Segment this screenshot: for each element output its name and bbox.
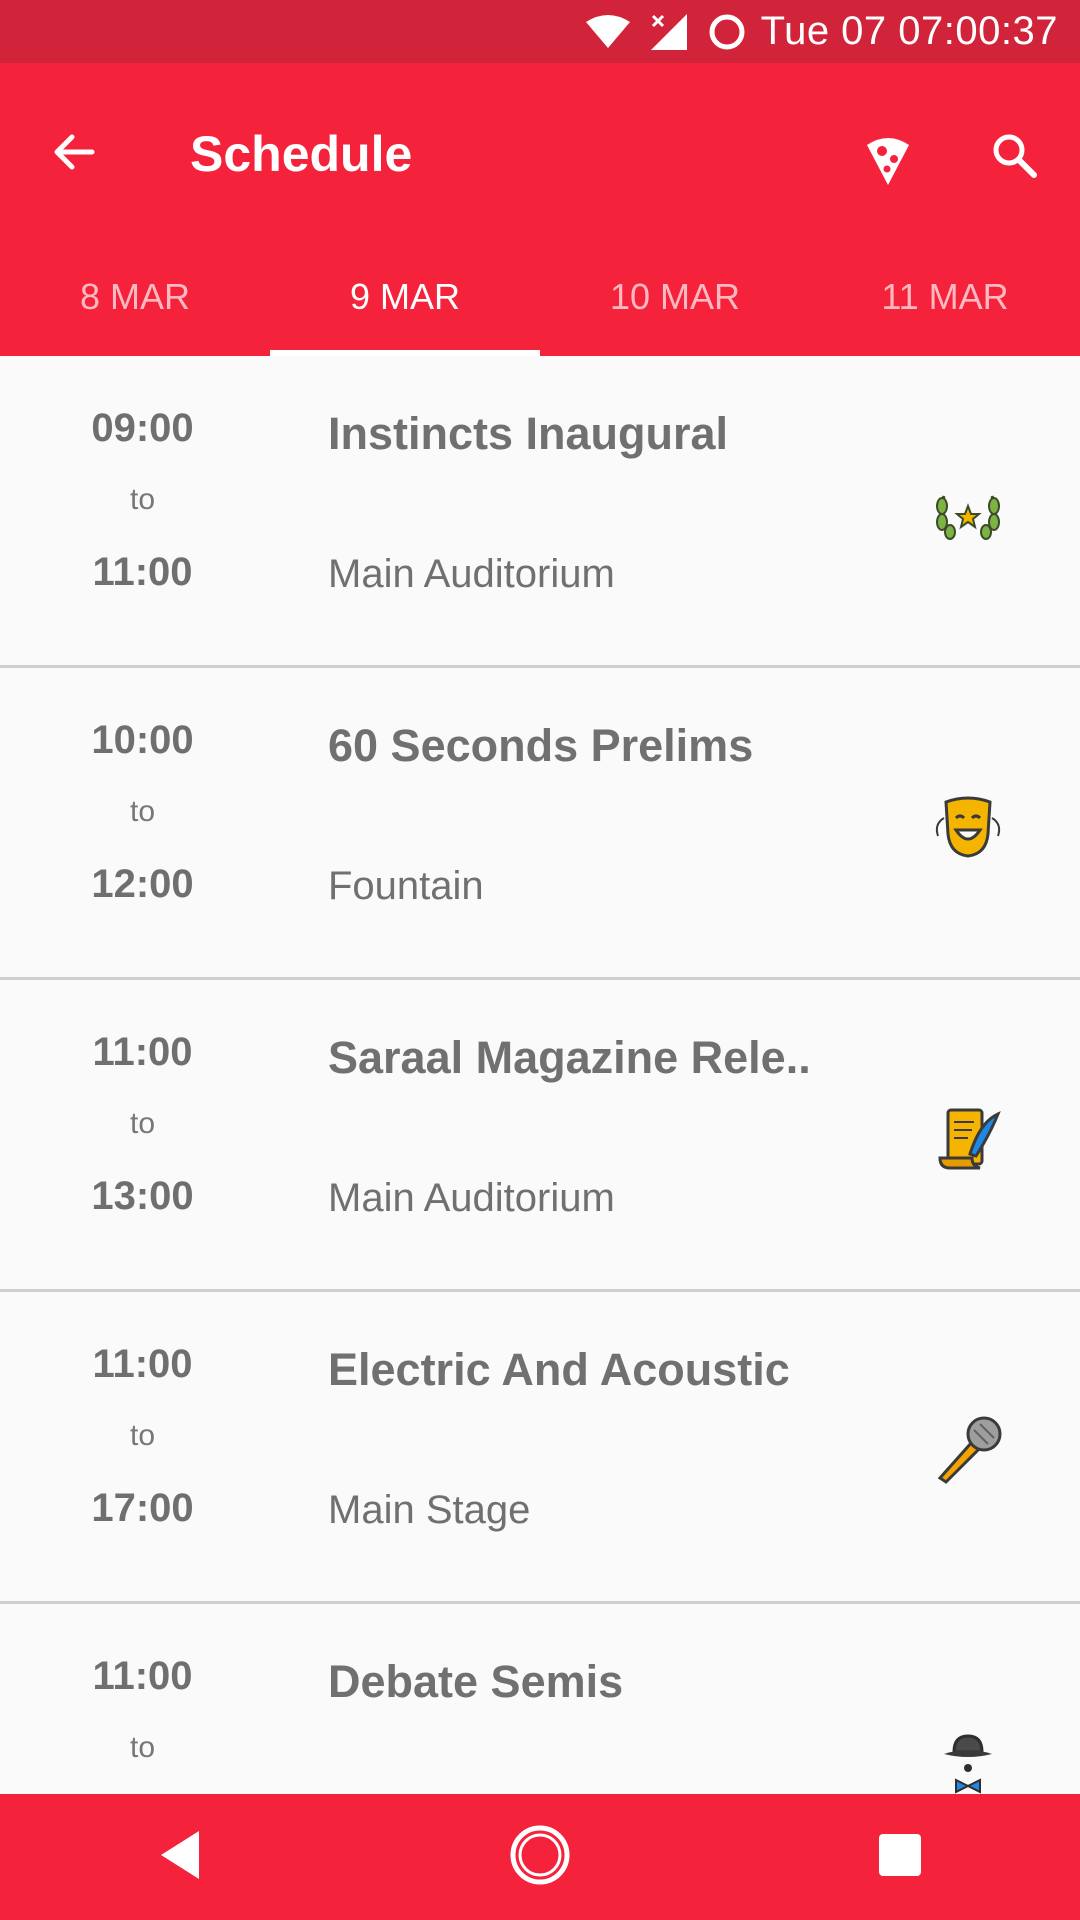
event-row[interactable]: 09:00 to 11:00 Instincts Inaugural Main … — [0, 356, 1080, 668]
signal-icon — [649, 12, 689, 52]
search-icon — [989, 130, 1039, 185]
event-title: Saraal Magazine Rele.. — [328, 1032, 811, 1083]
time-separator: to — [129, 1731, 156, 1764]
scroll-quill-icon — [930, 1100, 1006, 1176]
toolbar: Schedule — [0, 63, 1080, 253]
theater-mask-icon — [930, 788, 1006, 864]
laurel-star-icon — [930, 476, 1006, 552]
tab-10-mar[interactable]: 10 MAR — [540, 253, 810, 356]
time-separator: to — [129, 795, 156, 828]
start-time: 11:00 — [92, 1654, 193, 1698]
event-venue: Main Auditorium — [328, 552, 615, 596]
tab-11-mar[interactable]: 11 MAR — [810, 253, 1080, 356]
nav-home-icon — [508, 1823, 572, 1892]
event-venue: Fountain — [328, 864, 484, 908]
microphone-icon — [930, 1412, 1006, 1488]
event-title: Electric And Acoustic — [328, 1344, 790, 1395]
event-title: Debate Semis — [328, 1656, 624, 1707]
time-separator: to — [129, 1107, 156, 1140]
nav-back-button[interactable] — [130, 1807, 230, 1907]
nav-recents-icon — [876, 1831, 924, 1884]
start-time: 11:00 — [92, 1030, 193, 1074]
system-nav-bar — [0, 1794, 1080, 1920]
bowler-hat-bowtie-icon — [930, 1724, 1006, 1794]
status-bar: Tue 07 07:00:37 — [0, 0, 1080, 63]
end-time: 17:00 — [91, 1486, 194, 1530]
start-time: 11:00 — [92, 1342, 193, 1386]
tab-8-mar[interactable]: 8 MAR — [0, 253, 270, 356]
event-row[interactable]: 11:00 to 13:00 Saraal Magazine Rele.. Ma… — [0, 980, 1080, 1292]
event-list[interactable]: 09:00 to 11:00 Instincts Inaugural Main … — [0, 356, 1080, 1794]
food-button[interactable] — [852, 125, 924, 197]
search-button[interactable] — [978, 121, 1050, 193]
nav-home-button[interactable] — [490, 1807, 590, 1907]
start-time: 09:00 — [91, 406, 194, 450]
nav-recents-button[interactable] — [850, 1807, 950, 1907]
page-title: Schedule — [190, 126, 413, 182]
pizza-icon — [863, 131, 913, 192]
event-row[interactable]: 10:00 to 12:00 60 Seconds Prelims Founta… — [0, 668, 1080, 980]
time-separator: to — [129, 483, 156, 516]
event-row[interactable]: 11:00 to 17:00 Electric And Acoustic Mai… — [0, 1292, 1080, 1604]
event-venue: Main Stage — [328, 1488, 531, 1532]
back-button[interactable] — [38, 118, 110, 190]
event-row[interactable]: 11:00 to Debate Semis — [0, 1604, 1080, 1794]
sync-icon — [707, 12, 747, 52]
time-separator: to — [129, 1419, 156, 1452]
wifi-icon — [585, 14, 631, 50]
status-time: Tue 07 07:00:37 — [760, 9, 1058, 53]
back-arrow-icon — [50, 128, 98, 181]
start-time: 10:00 — [91, 718, 194, 762]
app-bar: Schedule 8 MAR 9 MAR 10 MAR 11 MAR — [0, 63, 1080, 356]
end-time: 12:00 — [91, 862, 194, 906]
end-time: 13:00 — [91, 1174, 194, 1218]
date-tabs: 8 MAR 9 MAR 10 MAR 11 MAR — [0, 253, 1080, 356]
event-title: Instincts Inaugural — [328, 408, 729, 459]
event-venue: Main Auditorium — [328, 1176, 615, 1220]
nav-back-icon — [155, 1827, 205, 1888]
end-time: 11:00 — [92, 550, 193, 594]
event-title: 60 Seconds Prelims — [328, 720, 754, 771]
tab-9-mar[interactable]: 9 MAR — [270, 253, 540, 356]
